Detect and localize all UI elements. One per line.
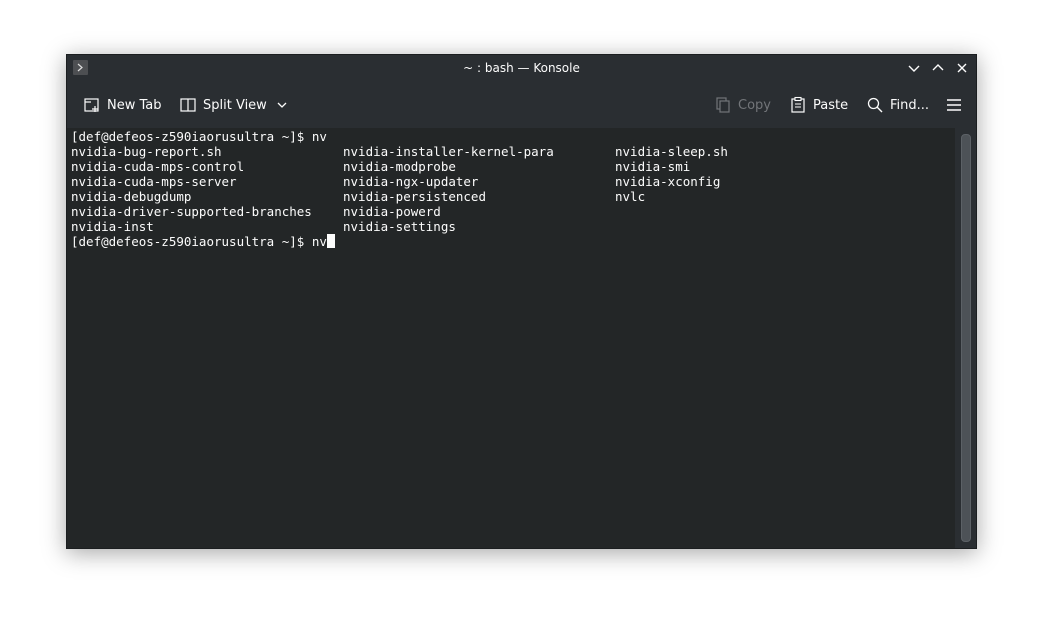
completion-item: nvlc <box>615 189 646 204</box>
scrollbar-thumb[interactable] <box>961 134 971 542</box>
completion-item: nvidia-bug-report.sh <box>71 144 222 159</box>
window-title: ~ : bash — Konsole <box>463 61 580 75</box>
toolbar: New Tab Split View Copy Paste Find... <box>67 82 976 129</box>
search-icon <box>867 97 883 113</box>
completion-item: nvidia-installer-kernel-para <box>343 144 554 159</box>
completion-item: nvidia-modprobe <box>343 159 456 174</box>
completion-item: nvidia-powerd <box>343 204 441 219</box>
split-view-icon <box>180 98 196 112</box>
close-icon <box>957 63 967 73</box>
chevron-down-icon[interactable] <box>275 98 289 112</box>
completion-item: nvidia-ngx-updater <box>343 174 479 189</box>
new-tab-label: New Tab <box>107 97 162 113</box>
new-tab-icon <box>84 98 99 112</box>
copy-button[interactable]: Copy <box>714 96 771 114</box>
paste-label: Paste <box>813 97 849 113</box>
chevron-up-icon <box>932 64 944 71</box>
completion-item: nvidia-debugdump <box>71 189 192 204</box>
completion-item: nvidia-smi <box>615 159 691 174</box>
chevron-down-icon <box>908 65 920 72</box>
minimize-button[interactable] <box>905 59 923 77</box>
completion-item: nvidia-inst <box>71 219 154 234</box>
copy-icon <box>716 97 730 113</box>
terminal-output[interactable]: [def@defeos-z590iaorusultra ~]$ nv nvidi… <box>67 128 957 548</box>
prompt-text: [def@defeos-z590iaorusultra ~]$ nv <box>71 234 327 249</box>
paste-icon <box>791 96 805 113</box>
find-label: Find... <box>890 97 930 113</box>
completion-item: nvidia-cuda-mps-server <box>71 174 237 189</box>
new-tab-button[interactable]: New Tab <box>83 96 162 114</box>
title-bar[interactable]: ~ : bash — Konsole <box>67 55 976 82</box>
konsole-window: ~ : bash — Konsole New Tab Split View Co… <box>66 54 977 549</box>
hamburger-menu-icon <box>947 99 961 111</box>
split-view-label: Split View <box>203 97 267 113</box>
menu-button[interactable] <box>945 96 969 114</box>
completion-item: nvidia-settings <box>343 219 456 234</box>
split-view-button[interactable]: Split View <box>179 96 289 114</box>
paste-button[interactable]: Paste <box>789 96 848 114</box>
completion-item: nvidia-driver-supported-branches <box>71 204 312 219</box>
find-button[interactable]: Find... <box>866 96 929 114</box>
close-button[interactable] <box>953 59 971 77</box>
completion-item: nvidia-sleep.sh <box>615 144 728 159</box>
scrollbar[interactable] <box>955 128 976 548</box>
maximize-button[interactable] <box>929 59 947 77</box>
prompt-line-current: [def@defeos-z590iaorusultra ~]$ nv <box>71 234 335 249</box>
completion-item: nvidia-persistenced <box>343 189 486 204</box>
text-cursor <box>326 234 335 248</box>
completion-item: nvidia-cuda-mps-control <box>71 159 245 174</box>
copy-label: Copy <box>738 97 771 113</box>
completion-item: nvidia-xconfig <box>615 174 721 189</box>
prompt-line: [def@defeos-z590iaorusultra ~]$ nv <box>71 129 327 144</box>
